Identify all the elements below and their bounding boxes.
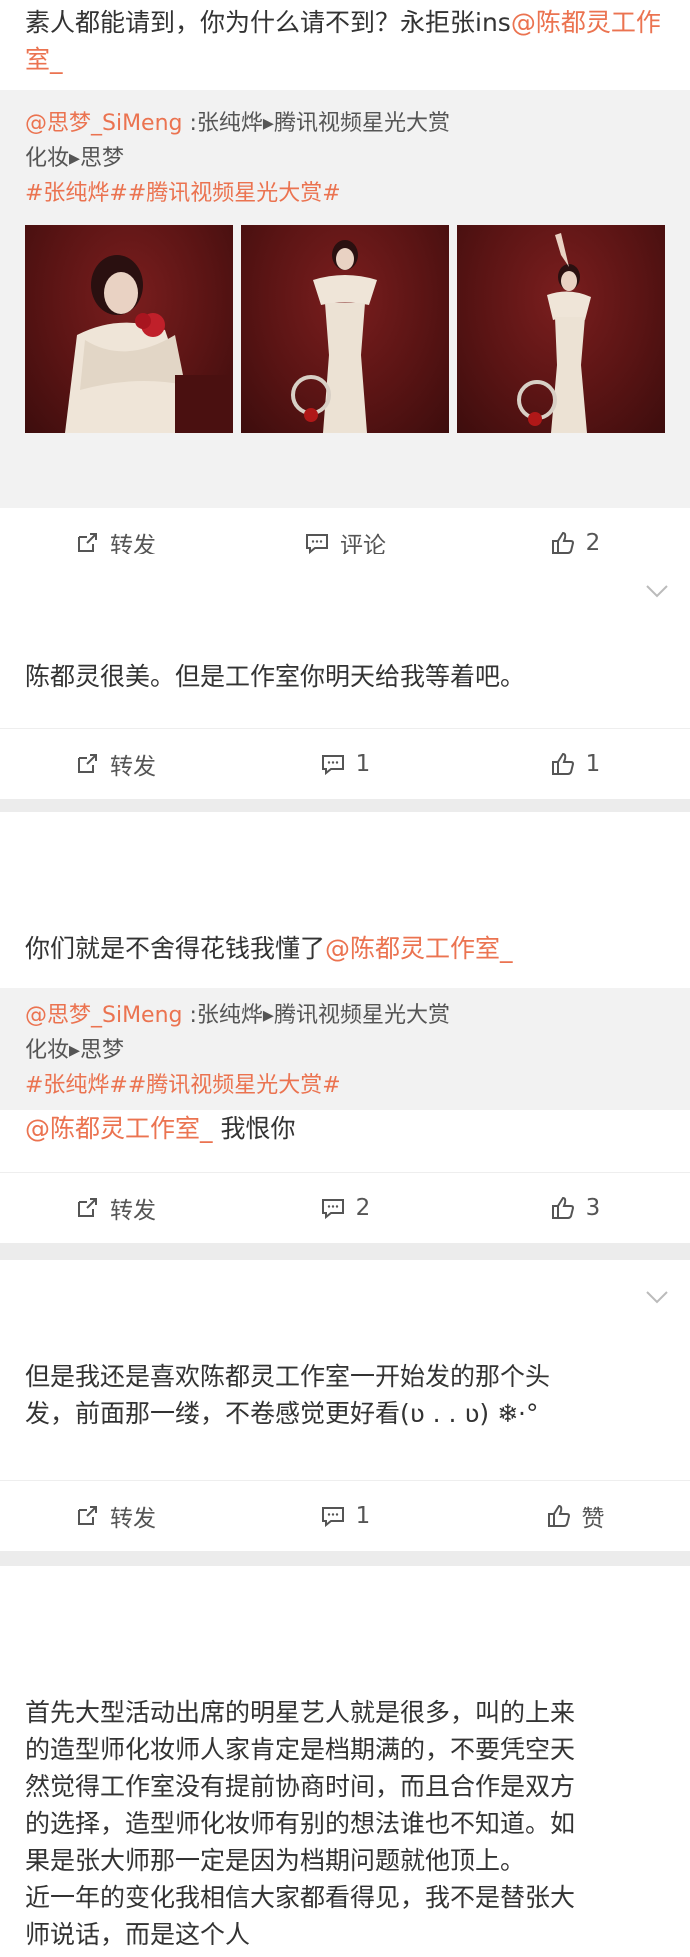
share-icon (78, 1198, 97, 1217)
post-text-line: 的选择，造型师化妆师有别的想法谁也不知道。如 (25, 1809, 576, 1838)
post-2: 陈都灵很美。但是工作室你明天给我等着吧。 转发 1 1 (0, 554, 690, 799)
post-1: 素人都能请到，你为什么请不到？永拒张ins@陈都灵工作室_ @思梦_SiMeng… (0, 0, 690, 578)
like-count: 2 (585, 530, 601, 556)
post-text: 但是我还是喜欢陈都灵工作室一开始发的那个头 发，前面那一缕，不卷感觉更好看(ʋ … (0, 1260, 690, 1480)
reposted-quote[interactable]: @思梦_SiMeng :张纯烨▸腾讯视频星光大赏 化妆▸思梦 #张纯烨##腾讯视… (0, 90, 690, 508)
like-button[interactable]: 赞 (460, 1499, 690, 1533)
quote-line-2: 化妆▸思梦 (25, 1038, 125, 1063)
repost-label: 转发 (110, 754, 156, 780)
like-button[interactable]: 3 (460, 1195, 690, 1221)
quote-hashtags[interactable]: #张纯烨##腾讯视频星光大赏# (25, 176, 665, 211)
reply-text: @陈都灵工作室_ 我恨你 (0, 1110, 690, 1172)
quote-text: :张纯烨▸腾讯视频星光大赏 (182, 1003, 450, 1028)
chevron-down-icon[interactable] (646, 1290, 668, 1304)
post-text-body: 素人都能请到，你为什么请不到？永拒张ins (25, 8, 511, 37)
post-text: 素人都能请到，你为什么请不到？永拒张ins@陈都灵工作室_ (0, 0, 690, 90)
repost-button[interactable]: 转发 (0, 747, 230, 781)
comment-button[interactable]: 1 (230, 1503, 460, 1529)
repost-label: 转发 (110, 1198, 156, 1224)
like-label: 赞 (581, 1506, 605, 1532)
thumbs-up-icon (547, 1504, 570, 1527)
quote-line-1: @思梦_SiMeng :张纯烨▸腾讯视频星光大赏 (25, 106, 665, 141)
reply-body: 我恨你 (212, 1114, 296, 1143)
comment-icon (321, 1199, 344, 1220)
quote-text: :张纯烨▸腾讯视频星光大赏 (182, 111, 450, 136)
post-text: 陈都灵很美。但是工作室你明天给我等着吧。 (25, 662, 526, 691)
quote-author-link[interactable]: @思梦_SiMeng (25, 1003, 183, 1028)
quote-line-2: 化妆▸思梦 (25, 146, 125, 171)
photo-2-graphic (291, 240, 377, 433)
photo-1-graphic (65, 255, 233, 433)
post-text: 你们就是不舍得花钱我懂了@陈都灵工作室_ (0, 812, 690, 988)
comment-icon (321, 755, 344, 776)
post-5: 首先大型活动出席的明星艺人就是很多，叫的上来 的造型师化妆师人家肯定是档期满的，… (0, 1566, 690, 1949)
comment-count: 1 (355, 751, 371, 777)
like-count: 3 (585, 1195, 601, 1221)
post-4: 但是我还是喜欢陈都灵工作室一开始发的那个头 发，前面那一缕，不卷感觉更好看(ʋ … (0, 1260, 690, 1551)
share-icon (78, 754, 97, 773)
repost-button[interactable]: 转发 (0, 1191, 230, 1225)
mention-link[interactable]: @陈都灵工作室_ (25, 1114, 213, 1143)
separator (0, 1242, 690, 1260)
like-count: 1 (585, 751, 601, 777)
like-button[interactable]: 1 (460, 751, 690, 777)
photo-thumbnail[interactable] (241, 225, 449, 433)
share-icon (78, 533, 97, 552)
comment-icon (306, 534, 328, 555)
post-text-line: 师说话，而是这个人 (25, 1920, 251, 1949)
quote-hashtags[interactable]: #张纯烨##腾讯视频星光大赏# (25, 1068, 665, 1103)
post-text-line: 的造型师化妆师人家肯定是档期满的，不要凭空天 (25, 1735, 576, 1764)
image-grid (25, 225, 665, 455)
action-bar: 转发 1 1 (0, 728, 690, 799)
thumbs-up-icon (551, 752, 574, 775)
post-text-line: 发，前面那一缕，不卷感觉更好看(ʋ . . ʋ) ❄·° (25, 1399, 539, 1428)
action-bar: 转发 1 赞 (0, 1480, 690, 1551)
comment-icon (321, 1507, 344, 1528)
quote-author-link[interactable]: @思梦_SiMeng (25, 111, 183, 136)
share-icon (78, 1506, 97, 1525)
post-3: 你们就是不舍得花钱我懂了@陈都灵工作室_ @思梦_SiMeng :张纯烨▸腾讯视… (0, 812, 690, 1243)
post-text-line: 然觉得工作室没有提前协商时间，而且合作是双方 (25, 1772, 576, 1801)
thumbs-up-icon (551, 1196, 574, 1219)
like-button[interactable]: 2 (460, 530, 690, 556)
comment-count: 1 (355, 1503, 371, 1529)
thumbs-up-icon (551, 531, 574, 554)
comment-button[interactable]: 2 (230, 1195, 460, 1221)
post-text-line: 首先大型活动出席的明星艺人就是很多，叫的上来 (25, 1698, 576, 1727)
photo-thumbnail[interactable] (25, 225, 233, 433)
post-text-body: 你们就是不舍得花钱我懂了 (25, 934, 326, 963)
chevron-down-icon[interactable] (646, 584, 668, 598)
photo-3-graphic (517, 233, 591, 433)
photo-thumbnail[interactable] (457, 225, 665, 433)
comment-button[interactable]: 1 (230, 751, 460, 777)
repost-label: 转发 (110, 1506, 156, 1532)
mention-link[interactable]: @陈都灵工作室_ (325, 934, 513, 963)
post-text: 首先大型活动出席的明星艺人就是很多，叫的上来 的造型师化妆师人家肯定是档期满的，… (0, 1566, 690, 1953)
comment-count: 2 (355, 1195, 371, 1221)
quote-line-1: @思梦_SiMeng :张纯烨▸腾讯视频星光大赏 (25, 998, 665, 1033)
post-text-line: 近一年的变化我相信大家都看得见，我不是替张大 (25, 1883, 576, 1912)
post-text-line: 果是张大师那一定是因为档期问题就他顶上。 (25, 1846, 526, 1875)
post-text-line: 但是我还是喜欢陈都灵工作室一开始发的那个头 (25, 1362, 551, 1391)
reposted-quote[interactable]: @思梦_SiMeng :张纯烨▸腾讯视频星光大赏 化妆▸思梦 #张纯烨##腾讯视… (0, 988, 690, 1110)
action-bar: 转发 2 3 (0, 1172, 690, 1243)
repost-button[interactable]: 转发 (0, 1499, 230, 1533)
